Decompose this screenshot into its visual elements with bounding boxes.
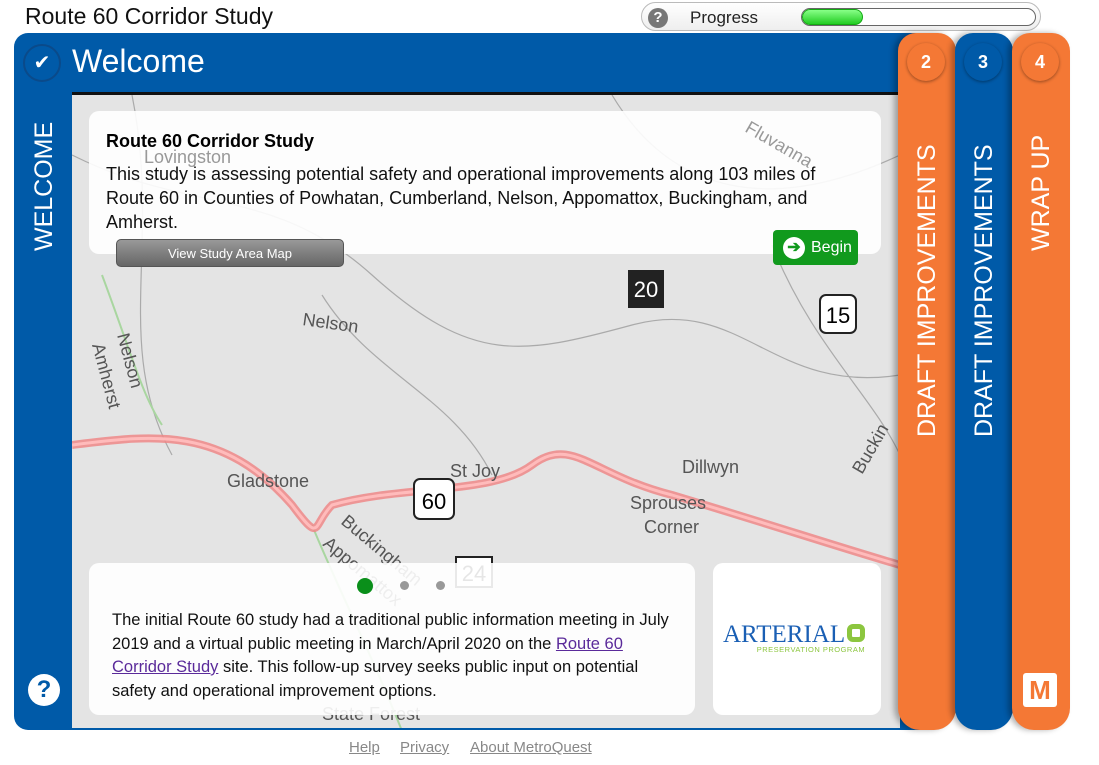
logo-name: ARTERIAL xyxy=(723,621,846,648)
carousel-dot-1[interactable] xyxy=(357,577,373,594)
footer-privacy-link[interactable]: Privacy xyxy=(400,739,449,756)
progress-label: Progress xyxy=(690,8,759,27)
map-label: Gladstone xyxy=(227,471,309,491)
info-text: The initial Route 60 study had a traditi… xyxy=(112,609,682,703)
map-label: St Joy xyxy=(450,461,500,481)
tab-label: DRAFT IMPROVEMENTS xyxy=(970,144,998,437)
view-study-area-map-button[interactable]: View Study Area Map xyxy=(116,239,344,267)
check-icon: ✔ xyxy=(23,44,61,82)
tab-wrap-up[interactable]: 4 WRAP UP M xyxy=(1012,33,1070,730)
intro-title: Route 60 Corridor Study xyxy=(106,131,315,151)
route-shield: 60 xyxy=(422,489,446,514)
arterial-logo: ARTERIAL PRESERVATION PROGRAM xyxy=(723,621,866,654)
welcome-side-label: WELCOME xyxy=(30,121,58,251)
carousel-dot-2[interactable] xyxy=(400,581,409,590)
begin-label: Begin xyxy=(811,239,852,256)
footer-about-link[interactable]: About MetroQuest xyxy=(470,739,592,756)
carousel-dots xyxy=(357,577,472,595)
carousel-dot-3[interactable] xyxy=(436,581,445,590)
map-label: Buckin xyxy=(848,420,892,477)
begin-button[interactable]: ➔ Begin xyxy=(773,230,858,265)
progress-bar xyxy=(801,8,1036,26)
progress-fill xyxy=(802,9,863,25)
page-title: Welcome xyxy=(72,43,205,79)
info-card: The initial Route 60 study had a traditi… xyxy=(89,563,695,715)
question-icon[interactable]: ? xyxy=(648,8,668,28)
map-label: Dillwyn xyxy=(682,457,739,477)
footer-help-link[interactable]: Help xyxy=(349,739,380,756)
intro-body: This study is assessing potential safety… xyxy=(106,164,816,232)
logo-card: ARTERIAL PRESERVATION PROGRAM xyxy=(713,563,881,715)
map-background[interactable]: Nelson Nelson Amherst Gladstone St Joy D… xyxy=(72,92,900,728)
intro-card: Route 60 Corridor Study This study is as… xyxy=(89,111,881,254)
help-icon[interactable]: ? xyxy=(28,674,60,706)
map-label: Corner xyxy=(644,517,699,537)
tab-label: DRAFT IMPROVEMENTS xyxy=(913,144,941,437)
map-label: Sprouses xyxy=(630,493,706,513)
tab-label: WRAP UP xyxy=(1027,134,1055,251)
map-label: Nelson xyxy=(301,309,359,337)
tab-number: 3 xyxy=(964,43,1002,81)
route-shield: 15 xyxy=(826,303,850,328)
tab-draft-improvements-3[interactable]: 3 DRAFT IMPROVEMENTS xyxy=(955,33,1013,730)
tab-number: 2 xyxy=(907,43,945,81)
arrow-right-icon: ➔ xyxy=(783,236,805,259)
route-shield: 20 xyxy=(634,277,658,302)
metroquest-logo-icon[interactable]: M xyxy=(1023,673,1057,707)
app-title: Route 60 Corridor Study xyxy=(25,3,274,29)
tab-draft-improvements-2[interactable]: 2 DRAFT IMPROVEMENTS xyxy=(898,33,956,730)
progress-widget: ? Progress xyxy=(641,2,1041,31)
tab-number: 4 xyxy=(1021,43,1059,81)
